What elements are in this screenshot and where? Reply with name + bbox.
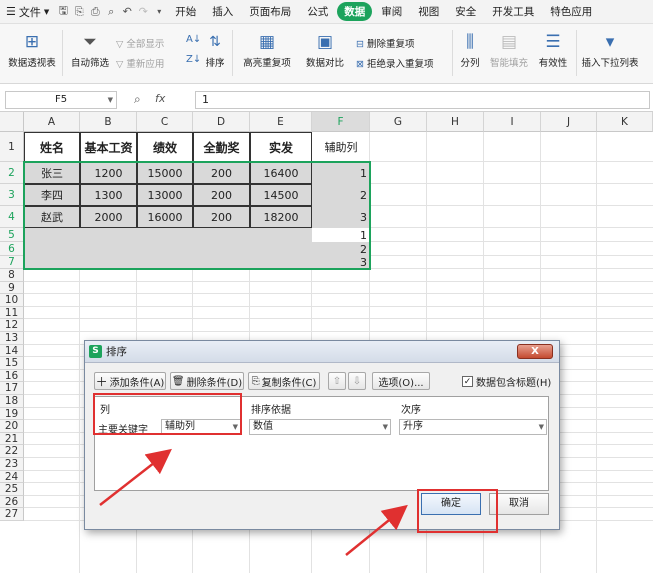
arrow-to-ok-button: [345, 504, 408, 556]
arrow-to-primary-key: [99, 448, 172, 506]
annotation-arrows: [99, 448, 408, 556]
